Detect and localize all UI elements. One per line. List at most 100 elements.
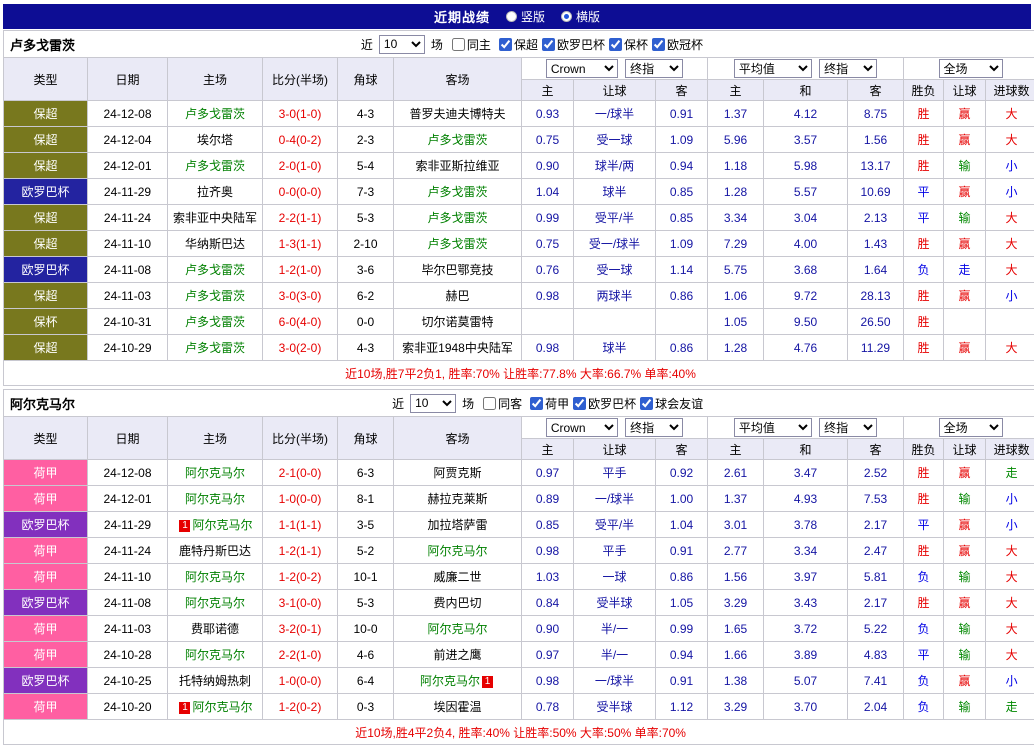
league-checkbox[interactable]: [573, 397, 586, 410]
view-mode-vertical[interactable]: 竖版: [506, 8, 545, 25]
team-name[interactable]: 阿尔克马尔: [192, 518, 252, 532]
odds-kind-select[interactable]: 终指: [625, 418, 683, 437]
team-name[interactable]: 阿尔克马尔: [185, 648, 245, 662]
away-team-cell: 卢多戈雷茨: [394, 205, 522, 231]
corner-cell: 2-10: [338, 231, 394, 257]
team-name[interactable]: 索非亚斯拉维亚: [415, 159, 499, 173]
average-select[interactable]: 平均值: [734, 418, 812, 437]
col-away: 客场: [394, 58, 522, 101]
odds-kind-select[interactable]: 终指: [625, 59, 683, 78]
league-checkbox[interactable]: [640, 397, 653, 410]
avg-kind-select[interactable]: 终指: [819, 59, 877, 78]
result-cell: 赢: [944, 231, 986, 257]
avg-odds-cell: 4.76: [764, 335, 848, 361]
page-container: 近期战绩 竖版 横版 卢多戈雷茨 近 10: [0, 0, 1034, 749]
avg-kind-select[interactable]: 终指: [819, 418, 877, 437]
odds-cell: 1.04: [656, 512, 708, 538]
bookmaker-select[interactable]: Crown: [546, 59, 618, 78]
team-name[interactable]: 阿尔克马尔: [185, 596, 245, 610]
scope-select[interactable]: 全场: [939, 418, 1003, 437]
corner-cell: 4-6: [338, 642, 394, 668]
league-checkbox[interactable]: [499, 38, 512, 51]
league-checkbox[interactable]: [542, 38, 555, 51]
team-name[interactable]: 赫拉克莱斯: [427, 492, 487, 506]
team-name[interactable]: 阿尔克马尔: [185, 466, 245, 480]
team-name[interactable]: 卢多戈雷茨: [185, 159, 245, 173]
team-name[interactable]: 埃因霍温: [433, 700, 481, 714]
league-filter-option[interactable]: 保杯: [609, 36, 648, 53]
team-name[interactable]: 卢多戈雷茨: [185, 289, 245, 303]
same-venue-checkbox[interactable]: [483, 397, 496, 410]
team-name[interactable]: 卢多戈雷茨: [185, 315, 245, 329]
scope-select[interactable]: 全场: [939, 59, 1003, 78]
col-result-wdl: 胜负: [904, 439, 944, 460]
radio-label: 竖版: [521, 8, 545, 25]
result-cell: 输: [944, 642, 986, 668]
team-name[interactable]: 加拉塔萨雷: [427, 518, 487, 532]
match-row: 欧罗巴杯24-10-25托特纳姆热刺1-0(0-0)6-4阿尔克马尔10.98一…: [4, 668, 1034, 694]
team-name[interactable]: 切尔诺莫雷特: [421, 315, 493, 329]
team-name[interactable]: 普罗夫迪夫博特夫: [409, 107, 505, 121]
league-filter-option[interactable]: 欧罗巴杯: [542, 36, 605, 53]
team-name[interactable]: 阿尔克马尔: [427, 544, 487, 558]
bookmaker-select[interactable]: Crown: [546, 418, 618, 437]
team-name[interactable]: 前进之鹰: [433, 648, 481, 662]
view-mode-horizontal[interactable]: 横版: [561, 8, 600, 25]
team-name[interactable]: 埃尔塔: [197, 133, 233, 147]
team-name[interactable]: 阿尔克马尔: [427, 622, 487, 636]
team-name[interactable]: 威廉二世: [433, 570, 481, 584]
date-cell: 24-11-03: [88, 616, 168, 642]
avg-odds-cell: 1.37: [708, 101, 764, 127]
team-name[interactable]: 阿尔克马尔: [192, 700, 252, 714]
same-venue-filter[interactable]: 同客: [483, 395, 522, 412]
team-name[interactable]: 卢多戈雷茨: [185, 107, 245, 121]
league-filter-option[interactable]: 保超: [499, 36, 538, 53]
date-cell: 24-11-10: [88, 231, 168, 257]
team-name[interactable]: 费内巴切: [433, 596, 481, 610]
league-filter-option[interactable]: 荷甲: [530, 395, 569, 412]
match-count-select[interactable]: 10: [410, 394, 456, 413]
away-team-cell: 费内巴切: [394, 590, 522, 616]
date-cell: 24-10-25: [88, 668, 168, 694]
avg-odds-cell: 3.34: [764, 538, 848, 564]
team-name[interactable]: 卢多戈雷茨: [427, 185, 487, 199]
team-name[interactable]: 索非亚中央陆军: [173, 211, 257, 225]
team-name[interactable]: 托特纳姆热刺: [179, 674, 251, 688]
match-row: 荷甲24-10-28阿尔克马尔2-2(1-0)4-6前进之鹰0.97半/一0.9…: [4, 642, 1034, 668]
title-bar: 近期战绩 竖版 横版: [3, 4, 1031, 29]
team-name[interactable]: 卢多戈雷茨: [185, 263, 245, 277]
result-cell: 平: [904, 179, 944, 205]
result-cell: 小: [986, 668, 1034, 694]
team-name[interactable]: 阿尔克马尔: [185, 570, 245, 584]
team-name[interactable]: 费耶诺德: [191, 622, 239, 636]
league-filter-option[interactable]: 欧罗巴杯: [573, 395, 636, 412]
avg-odds-cell: 9.50: [764, 309, 848, 335]
team-name[interactable]: 阿贾克斯: [433, 466, 481, 480]
team-name[interactable]: 卢多戈雷茨: [427, 211, 487, 225]
team-name[interactable]: 索非亚1948中央陆军: [402, 341, 513, 355]
team-name[interactable]: 阿尔克马尔: [185, 492, 245, 506]
team-name[interactable]: 赫巴: [445, 289, 469, 303]
score-cell: 0-4(0-2): [263, 127, 338, 153]
league-filter-option[interactable]: 球会友谊: [640, 395, 703, 412]
team-name[interactable]: 鹿特丹斯巴达: [179, 544, 251, 558]
team-name[interactable]: 华纳斯巴达: [185, 237, 245, 251]
team-name[interactable]: 卢多戈雷茨: [185, 341, 245, 355]
team-name[interactable]: 阿尔克马尔: [420, 674, 480, 688]
col-score: 比分(半场): [263, 417, 338, 460]
league-filter-option[interactable]: 欧冠杯: [652, 36, 703, 53]
away-team-cell: 卢多戈雷茨: [394, 231, 522, 257]
average-select[interactable]: 平均值: [734, 59, 812, 78]
match-count-select[interactable]: 10: [379, 35, 425, 54]
league-checkbox[interactable]: [609, 38, 622, 51]
team-name[interactable]: 卢多戈雷茨: [427, 133, 487, 147]
same-venue-checkbox[interactable]: [452, 38, 465, 51]
avg-odds-cell: 3.70: [764, 694, 848, 720]
team-name[interactable]: 卢多戈雷茨: [427, 237, 487, 251]
league-checkbox[interactable]: [652, 38, 665, 51]
league-checkbox[interactable]: [530, 397, 543, 410]
team-name[interactable]: 毕尔巴鄂竞技: [421, 263, 493, 277]
score-cell: 2-2(1-0): [263, 642, 338, 668]
same-venue-filter[interactable]: 同主: [452, 36, 491, 53]
team-name[interactable]: 拉齐奥: [197, 185, 233, 199]
